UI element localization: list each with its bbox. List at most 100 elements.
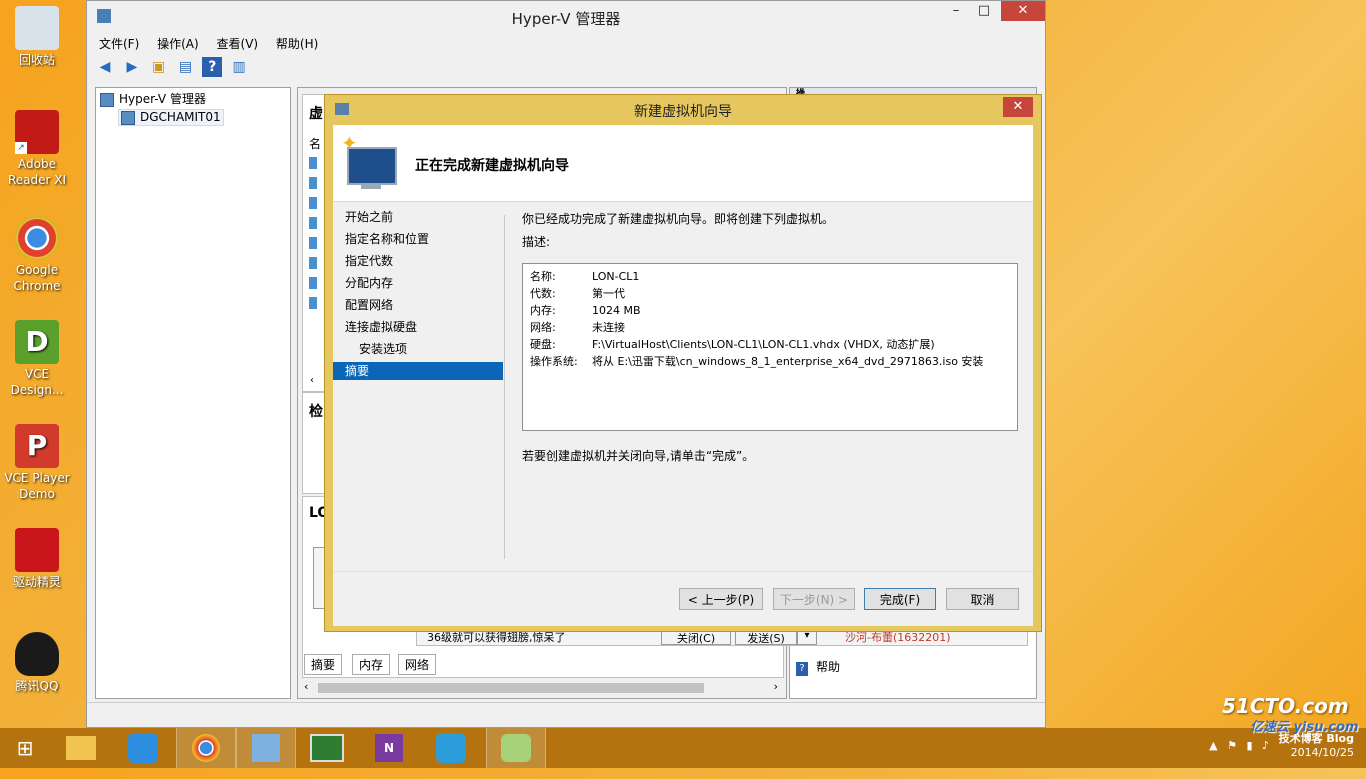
shortcut-arrow-icon: ↗ <box>15 142 27 154</box>
taskbar-tea-app[interactable] <box>486 728 546 768</box>
system-tray: ▲ ⚑ ▮ ♪ 技术博客 Blog 2014/10/25 <box>1209 732 1354 760</box>
action-center-flag-icon[interactable]: ⚑ <box>1227 739 1237 752</box>
tab-network[interactable]: 网络 <box>398 654 437 675</box>
step-generation[interactable]: 指定代数 <box>333 252 503 270</box>
desktop-icon-qq[interactable]: 腾讯QQ <box>4 632 70 694</box>
summary-value: 第一代 <box>592 287 625 300</box>
vm-name-column-header[interactable]: 名 <box>309 135 321 152</box>
tab-memory[interactable]: 内存 <box>352 654 391 675</box>
taskbar-remote-desktop[interactable] <box>298 728 356 768</box>
watermark-51cto: 51CTO.com <box>1222 694 1349 718</box>
action-help[interactable]: ? 帮助 <box>796 658 840 676</box>
menu-file[interactable]: 文件(F) <box>99 37 139 51</box>
vce-player-icon: P <box>15 424 59 468</box>
back-arrow-icon[interactable]: ◀ <box>95 57 115 77</box>
baidu-cloud-icon <box>128 733 158 763</box>
server-icon <box>121 110 135 125</box>
taskbar-hyperv[interactable] <box>236 728 296 768</box>
scrollbar-thumb[interactable] <box>318 683 704 693</box>
window-titlebar[interactable]: Hyper-V 管理器 – □ ✕ <box>87 1 1045 33</box>
show-hidden-icons-icon[interactable]: ▲ <box>1209 739 1217 752</box>
forward-arrow-icon[interactable]: ▶ <box>122 57 142 77</box>
up-folder-icon[interactable]: ▣ <box>149 57 169 77</box>
desktop-icon-adobe-reader[interactable]: ↗ Adobe Reader XI <box>4 110 70 188</box>
show-hide-action-pane-icon[interactable]: ▥ <box>229 57 249 77</box>
next-button[interactable]: 下一步(N) > <box>773 588 855 610</box>
qq-penguin-icon <box>15 632 59 676</box>
step-before-you-begin[interactable]: 开始之前 <box>333 208 503 226</box>
summary-value: 1024 MB <box>592 304 641 317</box>
desktop-icon-label: VCE Design... <box>10 367 64 397</box>
step-summary[interactable]: 摘要 <box>333 362 503 380</box>
taskbar-chat-app[interactable] <box>422 728 480 768</box>
summary-key: 名称: <box>530 270 556 283</box>
start-button-windows-icon[interactable]: ⊞ <box>0 728 50 768</box>
desktop-icon-driver-genius[interactable]: 驱动精灵 <box>4 528 70 590</box>
scroll-right-arrow-icon[interactable]: › <box>774 680 778 693</box>
taskbar-onenote[interactable]: N <box>360 728 418 768</box>
remote-desktop-icon <box>310 734 344 762</box>
summary-value: 未连接 <box>592 321 625 334</box>
toolbar: ◀ ▶ ▣ ▤ ? ▥ <box>95 57 252 81</box>
desktop-icon-chrome[interactable]: Google Chrome <box>4 216 70 294</box>
desktop-icon-label: 驱动精灵 <box>12 575 61 589</box>
wizard-titlebar[interactable]: 新建虚拟机向导 ✕ <box>325 95 1041 123</box>
tree-server-label: DGCHAMIT01 <box>140 110 221 124</box>
tab-summary[interactable]: 摘要 <box>304 654 343 675</box>
minimize-button[interactable]: – <box>941 1 971 21</box>
desktop-icon-vce-player[interactable]: P VCE Player Demo <box>4 424 70 502</box>
window-close-button[interactable]: ✕ <box>1001 1 1045 21</box>
recycle-bin-icon <box>15 6 59 50</box>
checkpoint-panel-header: 检 <box>309 404 323 420</box>
step-networking[interactable]: 配置网络 <box>333 296 503 314</box>
menu-help[interactable]: 帮助(H) <box>276 37 318 51</box>
help-icon[interactable]: ? <box>202 57 223 77</box>
horizontal-scrollbar[interactable]: ‹ › <box>302 680 782 696</box>
scroll-left-icon[interactable]: ‹ <box>303 375 321 391</box>
taskbar-chrome[interactable] <box>176 728 236 768</box>
watermark-yisu: 亿速云 yisu.com <box>1250 720 1359 735</box>
step-memory[interactable]: 分配内存 <box>333 274 503 292</box>
wizard-intro-text: 你已经成功完成了新建虚拟机向导。即将创建下列虚拟机。 <box>522 212 835 226</box>
menu-view[interactable]: 查看(V) <box>217 37 259 51</box>
step-name-and-location[interactable]: 指定名称和位置 <box>333 230 503 248</box>
tree-root-hyperv[interactable]: Hyper-V 管理器 <box>100 90 206 107</box>
previous-button[interactable]: < 上一步(P) <box>679 588 763 610</box>
hyperv-icon <box>252 734 280 762</box>
action-help-label: 帮助 <box>816 660 841 674</box>
new-vm-wizard-dialog: 新建虚拟机向导 ✕ ✦ 正在完成新建虚拟机向导 开始之前 指定名称和位置 指定代… <box>324 94 1042 632</box>
navigation-tree: Hyper-V 管理器 DGCHAMIT01 <box>95 87 291 699</box>
window-title: Hyper-V 管理器 <box>511 10 621 28</box>
volume-icon[interactable]: ♪ <box>1262 739 1269 752</box>
clock[interactable]: 技术博客 Blog 2014/10/25 <box>1279 732 1354 760</box>
summary-row-os: 操作系统: 将从 E:\迅雷下载\cn_windows_8_1_enterpris… <box>530 353 983 369</box>
wizard-heading: 正在完成新建虚拟机向导 <box>415 158 569 174</box>
desktop-icon-vce-designer[interactable]: D VCE Design... <box>4 320 70 398</box>
step-installation-options[interactable]: 安装选项 <box>333 340 503 358</box>
step-virtual-hard-disk[interactable]: 连接虚拟硬盘 <box>333 318 503 336</box>
description-label: 描述: <box>522 235 551 249</box>
summary-row-network: 网络: 未连接 <box>530 319 625 335</box>
finish-button[interactable]: 完成(F) <box>864 588 936 610</box>
finish-hint-text: 若要创建虚拟机并关闭向导,请单击“完成”。 <box>522 449 755 463</box>
chat-app-icon <box>436 733 466 763</box>
summary-description-box[interactable]: 名称: LON-CL1 代数: 第一代 内存: 1024 MB 网络: 未连接 硬盘: F… <box>522 263 1018 431</box>
summary-key: 网络: <box>530 321 556 334</box>
wizard-close-button[interactable]: ✕ <box>1003 97 1033 117</box>
desktop-icon-recycle-bin[interactable]: 回收站 <box>4 6 70 68</box>
menu-action[interactable]: 操作(A) <box>157 37 199 51</box>
chrome-icon <box>192 734 220 762</box>
tree-item-server[interactable]: DGCHAMIT01 <box>118 109 224 126</box>
show-hide-tree-icon[interactable]: ▤ <box>175 57 195 77</box>
wizard-header: ✦ 正在完成新建虚拟机向导 <box>333 125 1033 202</box>
onenote-icon: N <box>375 734 403 762</box>
maximize-button[interactable]: □ <box>969 1 999 21</box>
taskbar-file-explorer[interactable] <box>52 728 110 768</box>
desktop-icon-label: VCE Player Demo <box>4 471 70 501</box>
network-signal-icon[interactable]: ▮ <box>1246 739 1252 752</box>
menu-bar: 文件(F) 操作(A) 查看(V) 帮助(H) <box>99 35 332 55</box>
scroll-left-arrow-icon[interactable]: ‹ <box>304 680 308 693</box>
taskbar-baidu[interactable] <box>114 728 172 768</box>
cancel-button[interactable]: 取消 <box>946 588 1019 610</box>
clock-date: 2014/10/25 <box>1290 746 1354 759</box>
